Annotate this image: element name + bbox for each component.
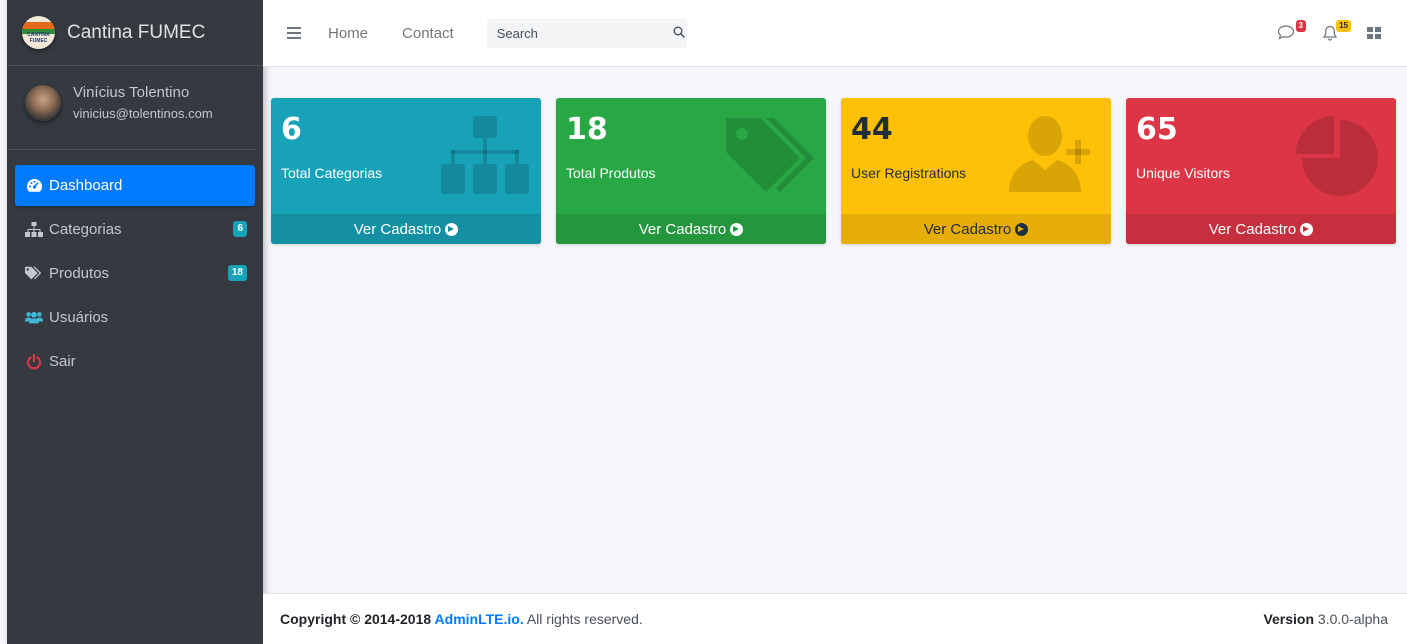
search-box [486, 18, 687, 48]
dashboard-icon [25, 178, 43, 194]
adminlte-link[interactable]: AdminLTE.io. [435, 611, 524, 627]
sidebar-item-produtos[interactable]: Produtos 18 [15, 253, 255, 294]
navbar-right-icons: 3 15 [1252, 20, 1387, 43]
arrow-circle-right-icon [1300, 222, 1314, 236]
menu-toggle-icon[interactable] [287, 27, 301, 39]
version-info: Version 3.0.0-alpha [1263, 611, 1388, 627]
rights-text: All rights reserved. [523, 611, 643, 627]
sidebar-item-sair[interactable]: Sair [15, 341, 255, 382]
search-icon[interactable] [673, 25, 685, 41]
stat-box-categorias: 6 Total Categorias Ver Cadastro [271, 98, 541, 244]
user-email: vinicius@tolentinos.com [73, 106, 213, 122]
user-plus-icon [1009, 114, 1101, 201]
control-sidebar-toggle[interactable] [1367, 24, 1387, 42]
sidebar-item-categorias[interactable]: Categorias 6 [15, 209, 255, 250]
sidebar-item-label: Categorias [49, 221, 122, 238]
pie-chart-icon [1294, 114, 1386, 201]
brand-link[interactable]: CANTINA FUMEC Cantina FUMEC [7, 0, 263, 66]
user-panel: Vinícius Tolentino vinicius@tolentinos.c… [7, 66, 255, 150]
messages-dropdown[interactable]: 3 [1277, 20, 1306, 43]
footer-link-label: Ver Cadastro [353, 220, 442, 238]
arrow-circle-right-icon [1015, 222, 1029, 236]
sidebar-nav: Dashboard Categorias 6 Produtos 18 Usuár… [7, 150, 263, 382]
sidebar-item-label: Sair [49, 353, 76, 370]
notifications-badge: 15 [1336, 20, 1351, 32]
main-sidebar: CANTINA FUMEC Cantina FUMEC Vinícius Tol… [7, 0, 263, 644]
categorias-count-badge: 6 [233, 221, 247, 237]
power-icon [25, 353, 43, 370]
avatar[interactable] [25, 85, 61, 121]
copyright-text: Copyright © 2014-2018 [280, 611, 432, 627]
nav-link-contact[interactable]: Contact [402, 25, 454, 42]
stat-box-footer-link[interactable]: Ver Cadastro [1126, 214, 1396, 244]
footer-link-label: Ver Cadastro [638, 220, 727, 238]
sitemap-icon [439, 114, 531, 201]
users-icon [25, 310, 43, 326]
produtos-count-badge: 18 [227, 265, 247, 281]
messages-badge: 3 [1295, 20, 1306, 32]
footer-link-label: Ver Cadastro [923, 220, 1012, 238]
brand-name: Cantina FUMEC [67, 21, 206, 43]
notifications-dropdown[interactable]: 15 [1322, 20, 1351, 42]
grid-icon [1367, 27, 1381, 43]
stat-box-footer-link[interactable]: Ver Cadastro [556, 214, 826, 244]
sidebar-item-label: Produtos [49, 265, 110, 282]
sitemap-icon [25, 222, 43, 238]
stats-boxes: 6 Total Categorias Ver Cadastro 18 Total… [271, 98, 1396, 244]
arrow-circle-right-icon [445, 222, 459, 236]
version-value: 3.0.0-alpha [1314, 611, 1388, 627]
version-label: Version [1263, 611, 1315, 627]
sidebar-item-label: Dashboard [49, 177, 123, 194]
stat-box-produtos: 18 Total Produtos Ver Cadastro [556, 98, 826, 244]
tags-icon [25, 266, 43, 282]
brand-logo: CANTINA FUMEC [22, 16, 55, 49]
stat-box-footer-link[interactable]: Ver Cadastro [841, 214, 1111, 244]
copyright: Copyright © 2014-2018 AdminLTE.io. All r… [280, 611, 643, 627]
stat-box-user-registrations: 44 User Registrations Ver Cadastro [841, 98, 1111, 244]
top-navbar: Home Contact 3 15 [263, 0, 1407, 67]
user-name[interactable]: Vinícius Tolentino [73, 83, 213, 103]
arrow-circle-right-icon [730, 222, 744, 236]
sidebar-item-dashboard[interactable]: Dashboard [15, 165, 255, 206]
main-footer: Copyright © 2014-2018 AdminLTE.io. All r… [263, 593, 1407, 644]
comments-icon [1277, 25, 1295, 43]
footer-link-label: Ver Cadastro [1208, 220, 1297, 238]
sidebar-item-label: Usuários [49, 309, 109, 326]
stat-box-footer-link[interactable]: Ver Cadastro [271, 214, 541, 244]
search-input[interactable] [496, 25, 673, 41]
stat-box-unique-visitors: 65 Unique Visitors Ver Cadastro [1126, 98, 1396, 244]
nav-link-home[interactable]: Home [328, 25, 368, 42]
sidebar-item-usuarios[interactable]: Usuários [15, 297, 255, 338]
tags-icon [724, 114, 816, 201]
